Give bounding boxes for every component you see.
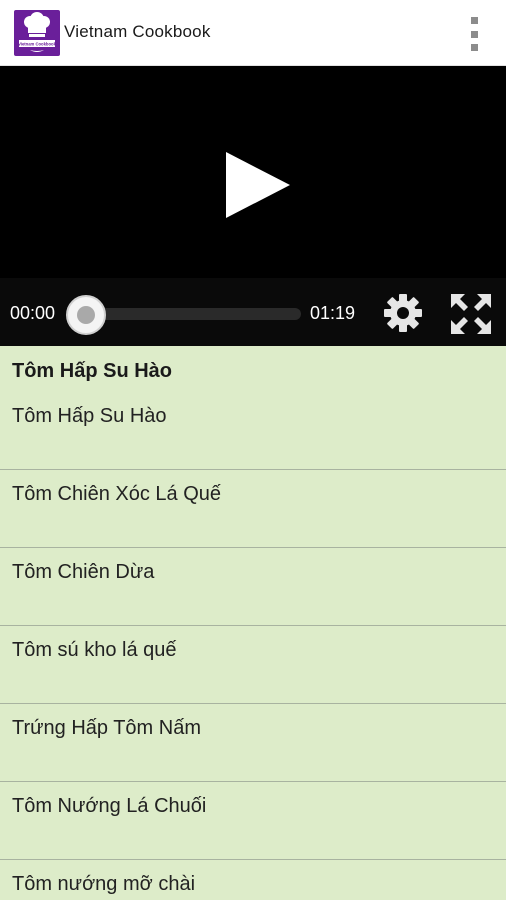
video-controls: 00:00 01:19 (0, 278, 506, 346)
list-item[interactable]: Tôm sú kho lá quế (0, 626, 506, 704)
list-item[interactable]: Trứng Hấp Tôm Nấm (0, 704, 506, 782)
app-bar: Vietnam Cookbook Vietnam Cookbook (0, 0, 506, 66)
list-item[interactable]: Tôm Chiên Dừa (0, 548, 506, 626)
logo-text: Vietnam Cookbook (18, 42, 57, 47)
recipe-list-panel: Tôm Hấp Su Hào Tôm Hấp Su Hào Tôm Chiên … (0, 346, 506, 900)
list-item[interactable]: Tôm Nướng Lá Chuối (0, 782, 506, 860)
seek-bar[interactable] (72, 308, 301, 320)
play-icon[interactable] (218, 150, 298, 220)
list-item[interactable]: Tôm nướng mỡ chài (0, 860, 506, 900)
app-logo: Vietnam Cookbook (14, 10, 60, 56)
list-item[interactable]: Tôm Chiên Xóc Lá Quế (0, 470, 506, 548)
chef-hat-icon: Vietnam Cookbook (18, 12, 57, 52)
overflow-menu-icon[interactable] (460, 14, 488, 54)
app-title: Vietnam Cookbook (64, 22, 211, 41)
recipe-list: Tôm Hấp Su Hào Tôm Chiên Xóc Lá Quế Tôm … (0, 392, 506, 900)
seek-thumb[interactable] (66, 295, 106, 335)
list-item[interactable]: Tôm Hấp Su Hào (0, 392, 506, 470)
total-time: 01:19 (310, 303, 356, 323)
video-player[interactable]: 00:00 01:19 (0, 66, 506, 346)
section-title: Tôm Hấp Su Hào (12, 360, 173, 382)
current-time: 00:00 (10, 303, 56, 323)
gear-icon[interactable] (382, 292, 424, 334)
fullscreen-icon[interactable] (448, 291, 494, 337)
